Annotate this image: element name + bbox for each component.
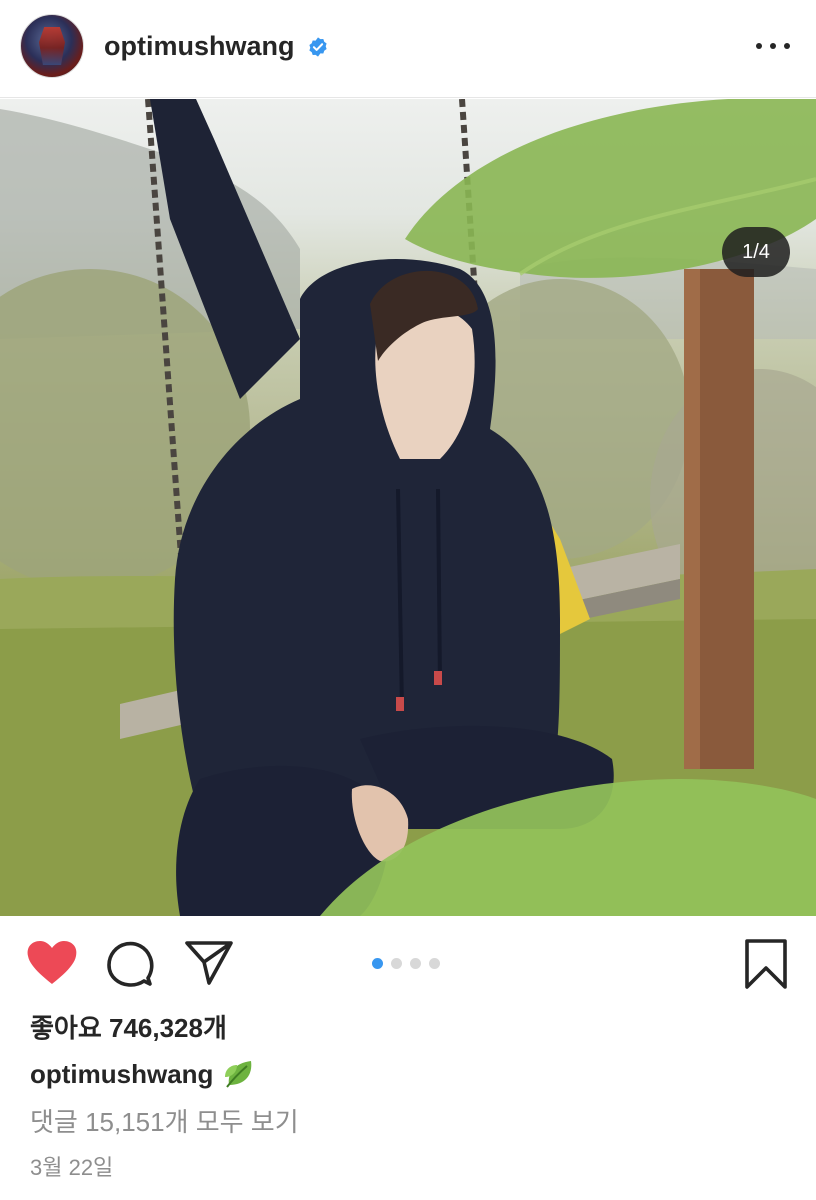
username-link[interactable]: optimushwang (104, 31, 295, 62)
more-options-button[interactable] (756, 34, 790, 58)
carousel-counter: 1/4 (722, 227, 790, 277)
carousel-dot (429, 957, 440, 969)
likes-count[interactable]: 좋아요 746,328개 (30, 1008, 227, 1045)
avatar[interactable] (20, 14, 84, 78)
caption-username[interactable]: optimushwang (30, 1059, 213, 1090)
heart-icon[interactable] (26, 940, 78, 986)
post-photo[interactable]: 1/4 (0, 99, 816, 916)
bookmark-icon[interactable] (744, 938, 788, 990)
post-actions (0, 930, 816, 1000)
carousel-dot (391, 957, 402, 969)
leaf-icon (225, 1061, 252, 1088)
carousel-dot-active (372, 957, 383, 969)
more-horizontal-icon (756, 43, 762, 49)
send-icon[interactable] (184, 940, 234, 986)
post-header: optimushwang (0, 0, 816, 98)
carousel-dot (410, 957, 421, 969)
verified-badge-icon (309, 37, 327, 57)
photo-illustration (0, 99, 816, 916)
view-all-comments-link[interactable]: 댓글 15,151개 모두 보기 (30, 1102, 299, 1139)
caption: optimushwang (30, 1057, 257, 1091)
carousel-indicator (372, 957, 446, 969)
comment-icon[interactable] (106, 940, 154, 988)
post-date: 3월 22일 (30, 1155, 114, 1180)
